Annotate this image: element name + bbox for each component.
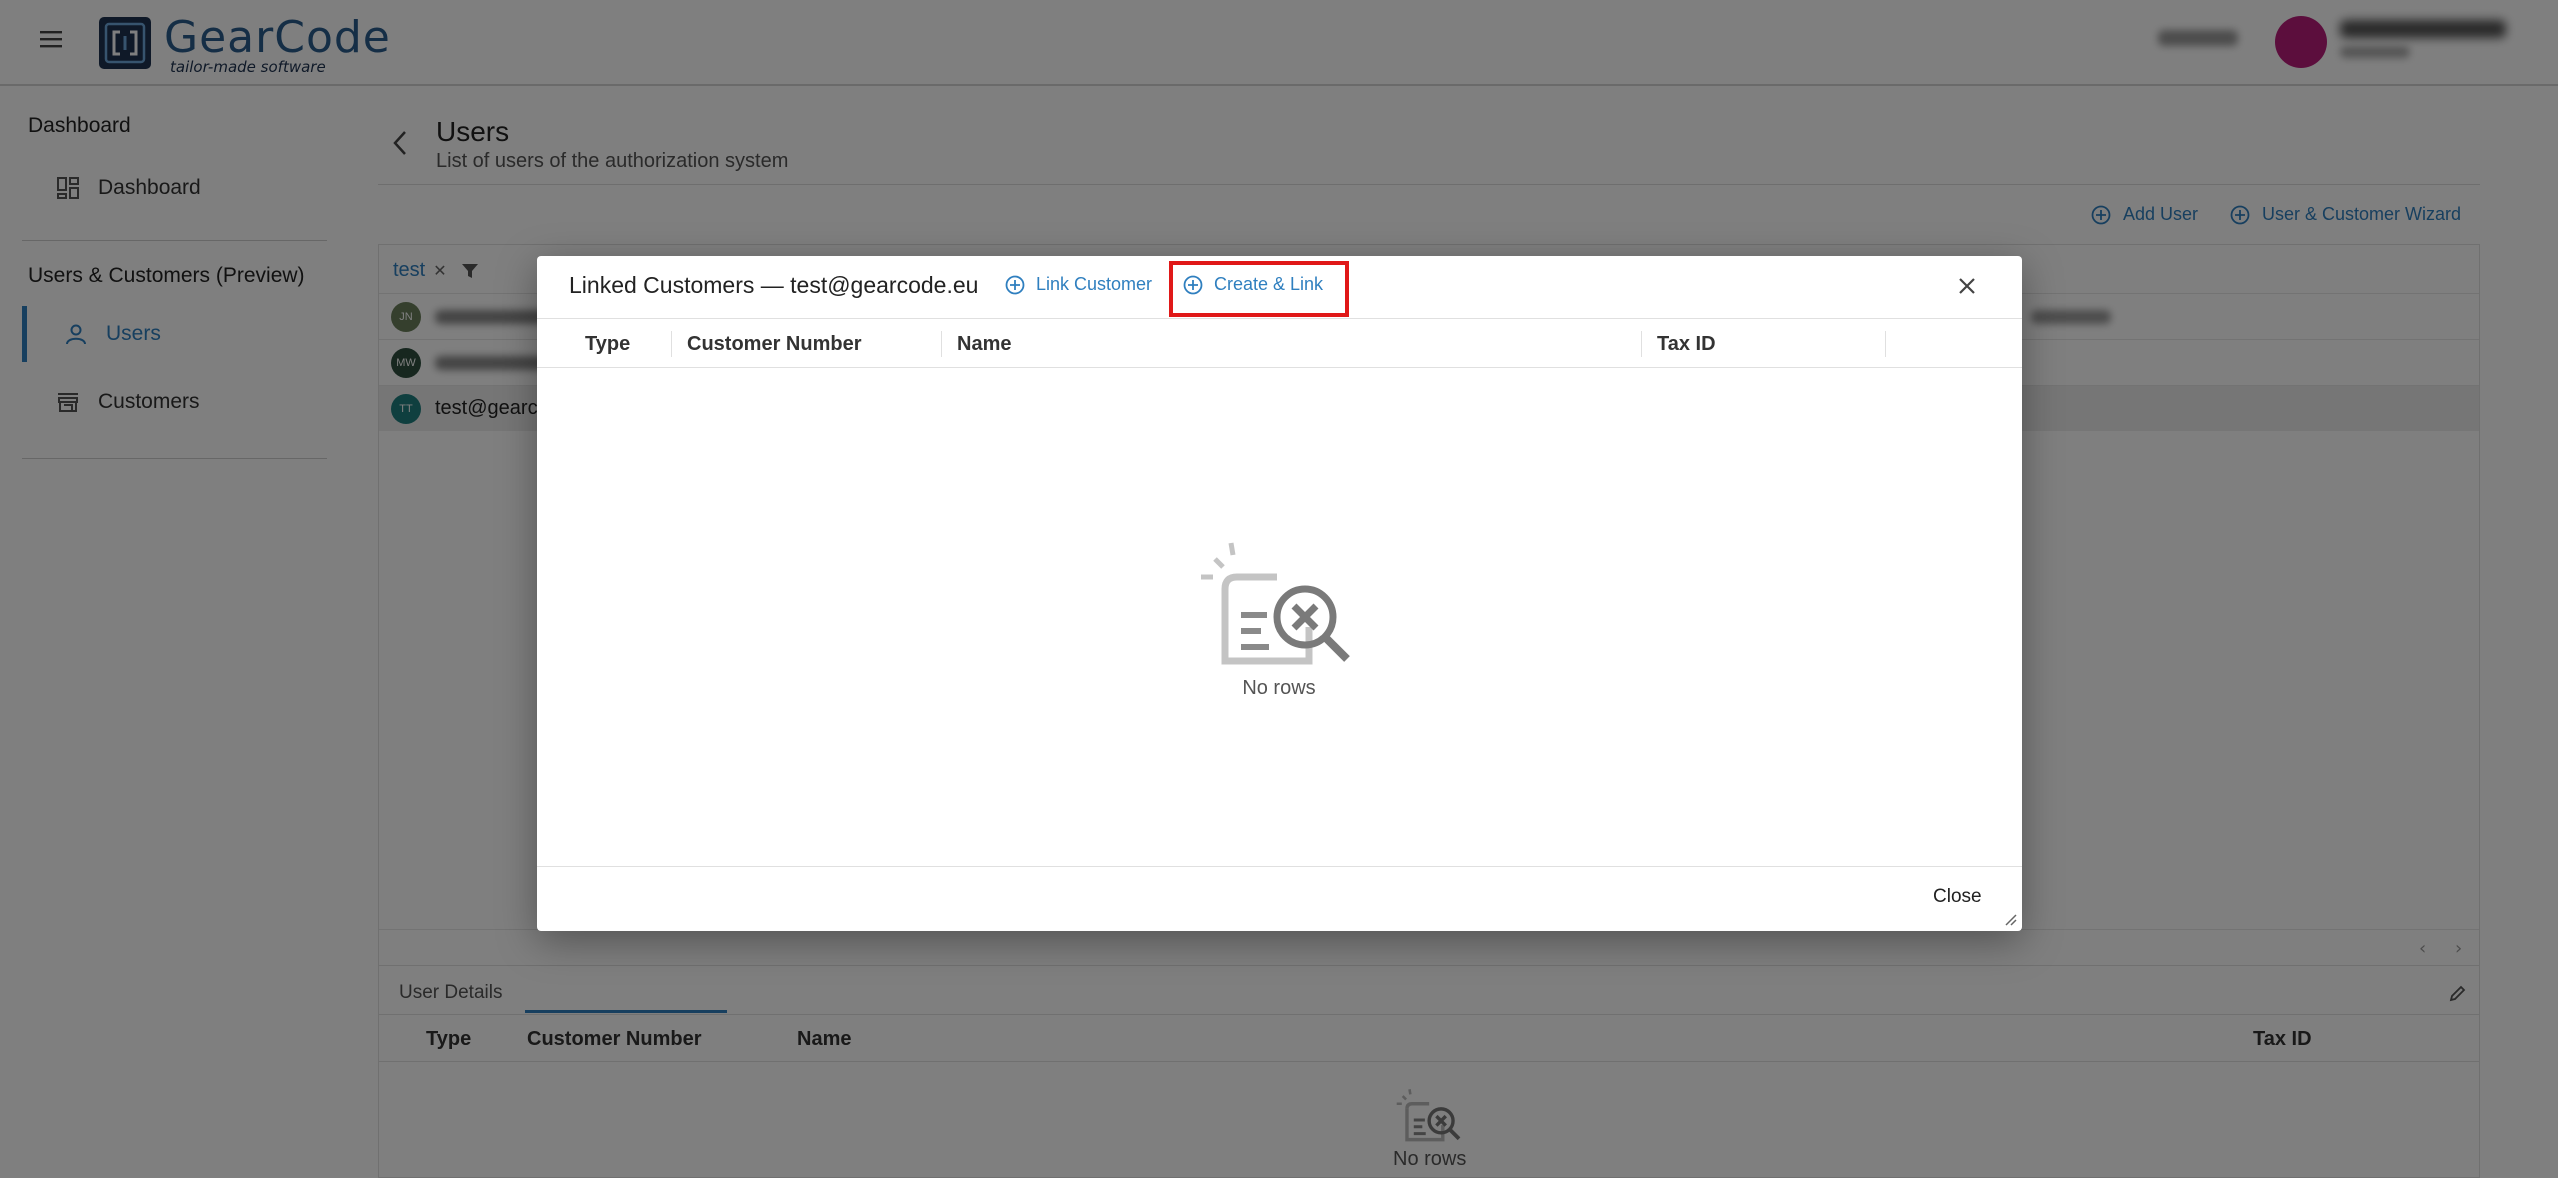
dialog-table-header: Type Customer Number Name Tax ID <box>537 318 2022 368</box>
dialog-empty-state: No rows <box>1197 531 1361 700</box>
empty-state-text: No rows <box>1242 677 1316 699</box>
column-header-type[interactable]: Type <box>585 333 630 356</box>
highlight-box <box>1169 261 1349 317</box>
column-header-name[interactable]: Name <box>957 333 1011 356</box>
close-icon[interactable] <box>1957 276 1977 296</box>
link-customer-label: Link Customer <box>1036 274 1153 294</box>
close-button[interactable]: Close <box>1933 886 1982 908</box>
dialog-footer-divider <box>537 866 2022 867</box>
column-separator[interactable] <box>671 331 672 357</box>
no-results-icon <box>1201 542 1350 665</box>
column-header-customer-number[interactable]: Customer Number <box>687 333 861 356</box>
column-separator[interactable] <box>941 331 942 357</box>
dialog-title: Linked Customers — test@gearcode.eu <box>569 272 979 298</box>
add-circle-icon <box>1005 275 1025 294</box>
resize-handle-icon[interactable] <box>2003 912 2017 926</box>
column-header-tax-id[interactable]: Tax ID <box>1657 333 1716 356</box>
column-separator[interactable] <box>1885 331 1886 357</box>
link-customer-button[interactable]: Link Customer <box>1005 274 1152 295</box>
linked-customers-dialog: Linked Customers — test@gearcode.eu Link… <box>537 256 2022 931</box>
column-separator[interactable] <box>1641 331 1642 357</box>
